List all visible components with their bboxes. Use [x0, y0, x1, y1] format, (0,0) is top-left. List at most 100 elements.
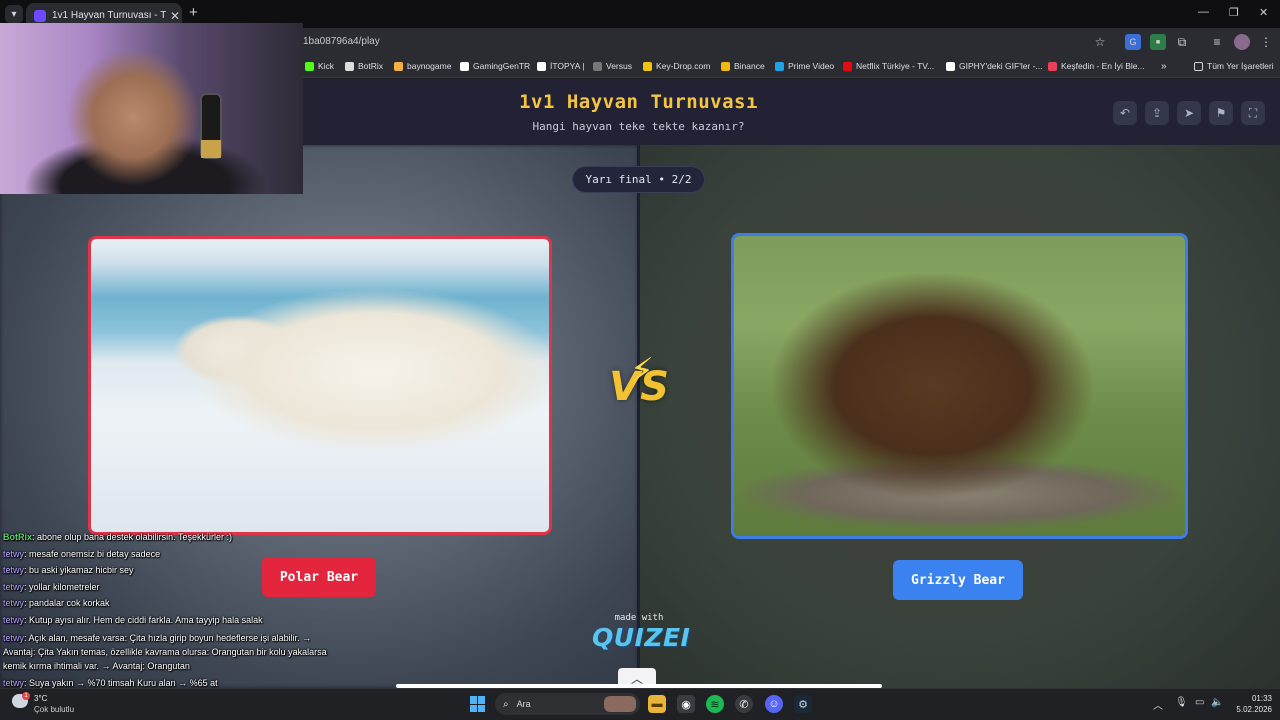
chat-message: tetwy: Açık alan, mesafe varsa: Çita hız…: [3, 631, 343, 673]
bookmark-itopya[interactable]: İTOPYA |: [537, 61, 585, 71]
windows-start-icon[interactable]: [470, 696, 486, 712]
option-card-left[interactable]: [88, 236, 552, 535]
binance-icon: [721, 61, 730, 71]
made-with-label: made with: [614, 613, 664, 623]
bookmark-label: GamingGenTR: [473, 61, 531, 71]
bookmark-versus[interactable]: Versus: [593, 61, 632, 71]
search-highlight-thumbnail: [604, 696, 636, 712]
windows-taskbar: [0, 688, 1280, 720]
minimize-icon[interactable]: —: [1198, 6, 1209, 18]
chat-message: tetwy: bu aski yikamaz hicbir sey: [3, 562, 343, 579]
bookmark-label: Versus: [606, 61, 632, 71]
quizei-logo[interactable]: QUIZEI: [592, 623, 690, 652]
send-icon[interactable]: ➤: [1177, 101, 1201, 125]
chat-message: tetwy: Kutup ayısı alır. Hem de ciddi fa…: [3, 612, 343, 629]
lightning-icon: ⚡: [630, 352, 654, 390]
share-icon[interactable]: ⇪: [1145, 101, 1169, 125]
chrome-icon[interactable]: ◉: [677, 695, 695, 713]
microphone-band: [201, 140, 221, 158]
bookmark-keydrop[interactable]: Key-Drop.com: [643, 61, 710, 71]
microphone-icon[interactable]: 🎙: [1175, 697, 1188, 708]
bookmark-giphy[interactable]: GIPHY'deki GIF'ler -...: [946, 61, 1043, 71]
weather-badge: 1: [22, 692, 30, 700]
bookmark-prime-video[interactable]: Prime Video: [775, 61, 834, 71]
steam-icon[interactable]: ⚙: [794, 695, 812, 713]
extensions-puzzle-icon[interactable]: ⧉: [1174, 34, 1190, 50]
undo-icon[interactable]: ↶: [1113, 101, 1137, 125]
chat-text: : pandalar cok korkak: [24, 598, 110, 609]
kick-icon: [305, 61, 314, 71]
bookmark-kick[interactable]: Kick: [305, 61, 334, 71]
spotify-icon[interactable]: ≋: [706, 695, 724, 713]
chat-text: : mesafe onemsiz bi detay sadece: [24, 548, 161, 559]
close-tab-icon[interactable]: ✕: [170, 9, 180, 23]
bookmark-label: baynogame: [407, 61, 452, 71]
bookmark-label: Netflix Türkiye - TV...: [856, 61, 935, 71]
bookmark-star-icon[interactable]: ☆: [1092, 34, 1108, 50]
option-card-right[interactable]: [731, 233, 1188, 539]
bookmark-label: Prime Video: [788, 61, 835, 71]
display-icon[interactable]: ▭: [1195, 697, 1204, 708]
chat-username: tetwy: [3, 677, 25, 688]
chat-username: BotRix: [3, 532, 32, 542]
grizzly-bear-image: [734, 236, 1185, 536]
chat-text: : yollar kilometreler: [24, 581, 100, 592]
prime-video-icon: [775, 61, 784, 71]
bookmark-kesfedin[interactable]: Keşfedin - En İyi Ble...: [1048, 61, 1145, 71]
bookmark-label: BotRix: [358, 61, 384, 71]
close-window-icon[interactable]: ✕: [1259, 6, 1268, 19]
bookmark-botrix[interactable]: BotRix: [345, 61, 383, 71]
giphy-icon: [946, 61, 955, 71]
media-control-icon[interactable]: ≡: [1209, 34, 1225, 50]
clock-date: 5.02.2026: [1236, 705, 1272, 714]
restore-icon[interactable]: ❐: [1229, 6, 1239, 19]
taskbar-clock[interactable]: 01:33 5.02.2026: [1226, 693, 1272, 715]
botrix-icon: [345, 61, 354, 71]
chat-message: tetwy: yollar kilometreler: [3, 579, 343, 596]
clock-time: 01:33: [1251, 694, 1272, 703]
polar-bear-image: [91, 239, 549, 532]
tray-overflow-chevron-icon[interactable]: ︿: [1153, 697, 1163, 712]
chat-text: : bu aski yikamaz hicbir sey: [24, 565, 134, 576]
bookmark-gaminggentr[interactable]: GamingGenTR: [460, 61, 530, 71]
chat-message: tetwy: pandalar cok korkak: [3, 595, 343, 612]
discord-icon[interactable]: ☺: [765, 695, 783, 713]
folder-icon: [1194, 61, 1203, 71]
chat-username: tetwy: [3, 614, 25, 625]
chat-username: tetwy: [3, 632, 25, 643]
volume-icon[interactable]: 🔈: [1211, 697, 1223, 708]
browser-menu-icon[interactable]: ⋮: [1258, 34, 1274, 50]
webcam-overlay: [0, 23, 303, 194]
all-bookmarks-folder[interactable]: Tüm Yer İşaretleri: [1194, 61, 1274, 71]
bookmark-label: Binance: [734, 61, 765, 71]
whatsapp-icon[interactable]: ✆: [735, 695, 753, 713]
chat-text: : Kutup ayısı alır. Hem de ciddi farkla.…: [24, 614, 263, 625]
profile-avatar[interactable]: [1234, 34, 1250, 50]
flag-icon[interactable]: ⚑: [1209, 101, 1233, 125]
fullscreen-icon[interactable]: ⛶: [1241, 101, 1265, 125]
bookmark-baynogame[interactable]: baynogame: [394, 61, 451, 71]
bookmark-netflix[interactable]: Netflix Türkiye - TV...: [843, 61, 934, 71]
chat-username: tetwy: [3, 598, 25, 609]
bookmark-label: Keşfedin - En İyi Ble...: [1061, 61, 1145, 71]
bookmark-binance[interactable]: Binance: [721, 61, 765, 71]
netflix-icon: [843, 61, 852, 71]
more-bookmarks-icon[interactable]: »: [1161, 61, 1167, 72]
tab-search-button[interactable]: ▾: [5, 5, 23, 23]
new-tab-button[interactable]: +: [189, 5, 198, 20]
file-explorer-icon[interactable]: ▬: [648, 695, 666, 713]
weather-temperature: 3°C: [34, 694, 48, 703]
translate-extension-icon[interactable]: G: [1125, 34, 1141, 50]
bookmark-label: Kick: [318, 61, 335, 71]
itopya-icon: [537, 61, 546, 71]
taskbar-search[interactable]: ⌕ Ara: [495, 693, 640, 715]
chat-username: tetwy: [3, 548, 25, 559]
search-placeholder: Ara: [516, 699, 531, 709]
kesfedin-icon: [1048, 61, 1057, 71]
choose-right-button[interactable]: Grizzly Bear: [893, 560, 1023, 600]
weather-description: Çok bulutlu: [34, 705, 75, 714]
round-badge: Yarı final • 2/2: [572, 166, 705, 193]
extension-icon[interactable]: ■: [1150, 34, 1166, 50]
address-bar-url[interactable]: 1ba08796a4/play: [303, 36, 380, 47]
bookmark-label: GIPHY'deki GIF'ler -...: [959, 61, 1043, 71]
